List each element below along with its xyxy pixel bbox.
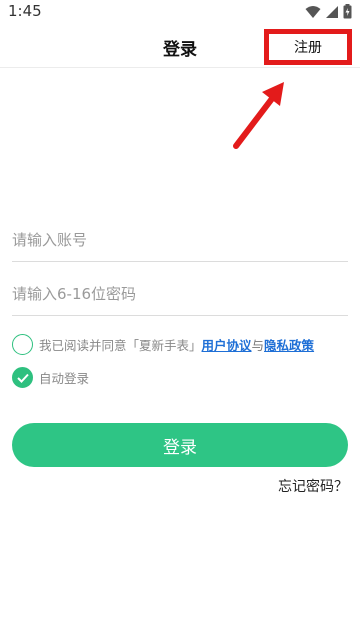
check-icon bbox=[16, 373, 29, 383]
wifi-icon bbox=[305, 5, 321, 18]
auto-login-row: 自动登录 bbox=[12, 367, 89, 388]
annotation-arrow-icon bbox=[233, 82, 284, 149]
forgot-password-link[interactable]: 忘记密码？ bbox=[278, 476, 348, 496]
account-field[interactable] bbox=[12, 218, 348, 262]
status-icons bbox=[305, 4, 352, 19]
login-button[interactable]: 登录 bbox=[12, 423, 348, 467]
password-input[interactable] bbox=[12, 272, 348, 315]
privacy-policy-link[interactable]: 隐私政策 bbox=[264, 335, 314, 354]
agreement-and: 与 bbox=[251, 338, 265, 353]
agreement-checkbox[interactable] bbox=[12, 334, 33, 355]
signal-icon bbox=[326, 5, 338, 18]
password-field[interactable] bbox=[12, 272, 348, 316]
battery-icon bbox=[343, 4, 352, 19]
agreement-row: 我已阅读并同意「夏新手表」 用户协议 与 隐私政策 bbox=[12, 334, 314, 355]
register-button[interactable]: 注册 bbox=[264, 29, 352, 65]
status-time: 1:45 bbox=[8, 2, 42, 20]
app-header: 登录 注册 bbox=[0, 24, 360, 68]
account-input[interactable] bbox=[12, 218, 348, 261]
auto-login-label: 自动登录 bbox=[39, 371, 90, 386]
status-bar: 1:45 bbox=[0, 0, 360, 24]
agreement-prefix: 我已阅读并同意「夏新手表」 bbox=[39, 338, 202, 353]
user-agreement-link[interactable]: 用户协议 bbox=[202, 335, 252, 354]
auto-login-checkbox[interactable] bbox=[12, 367, 33, 388]
register-label: 注册 bbox=[294, 40, 322, 56]
